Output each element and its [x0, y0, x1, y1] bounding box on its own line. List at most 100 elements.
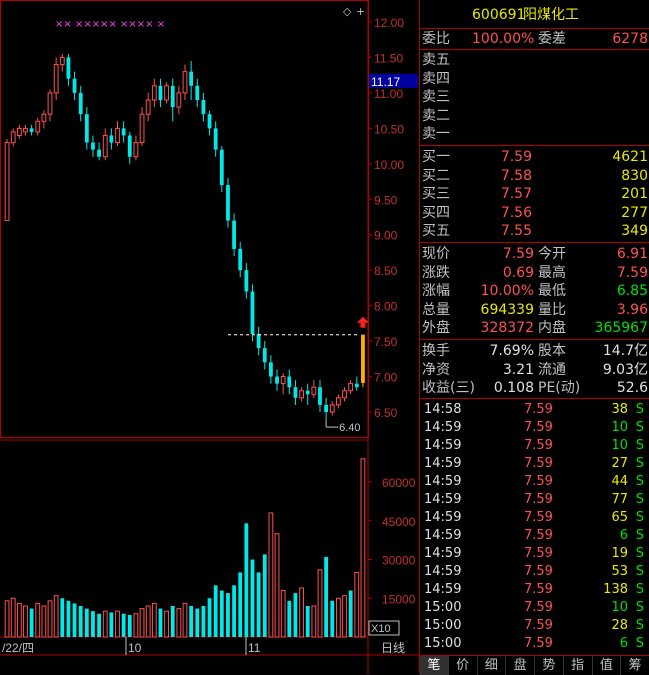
tick-side: S — [635, 474, 644, 489]
volume-bar-up — [268, 512, 274, 638]
stat-value: 9.03亿 — [602, 361, 648, 378]
tab-0[interactable]: 笔 — [420, 656, 449, 675]
stat-label: 收益(三) — [422, 380, 475, 397]
divider — [420, 28, 649, 29]
quote-row: 外盘 328372 内盘 365967 — [420, 319, 649, 337]
candle-body-up — [23, 127, 28, 133]
volume-bar — [29, 608, 34, 637]
candle-body — [84, 114, 89, 143]
tick-price: 7.59 — [524, 636, 553, 651]
tick-price: 7.59 — [524, 546, 553, 561]
price-axis-label: 10.50 — [374, 122, 404, 136]
stock-name: 阳煤化工 — [523, 7, 579, 23]
divider — [420, 398, 649, 399]
candle-body — [256, 334, 261, 349]
volume-unit: X10 — [371, 623, 391, 635]
tick-price: 7.59 — [524, 618, 553, 633]
tick-time: 15:00 — [424, 636, 462, 651]
tab-2[interactable]: 细 — [478, 656, 507, 675]
volume-bar — [84, 608, 89, 637]
tab-7[interactable]: 筹 — [621, 656, 649, 675]
volume-bar — [262, 554, 267, 637]
stat-value: 0.108 — [493, 380, 534, 397]
candle-body-up — [35, 120, 41, 133]
candle-body-up — [280, 376, 286, 385]
limit-up-arrow-stem — [360, 322, 366, 328]
tick-row: 15:00 7.59 6 S — [420, 635, 649, 653]
tick-time: 14:59 — [424, 492, 462, 507]
tick-price: 7.59 — [524, 438, 553, 453]
volume-bar-up — [35, 602, 41, 638]
candle-body-up — [182, 71, 188, 94]
candle-body-up — [53, 64, 59, 94]
tick-side: S — [635, 582, 644, 597]
tab-4[interactable]: 势 — [535, 656, 564, 675]
low-price-label: 6.40 — [339, 422, 360, 434]
tick-volume: 28 — [611, 618, 628, 633]
candle-body-up — [41, 113, 47, 122]
tick-time: 15:00 — [424, 600, 462, 615]
volume-bar — [330, 600, 335, 637]
tick-side: S — [635, 420, 644, 435]
bid-price: 7.59 — [500, 149, 532, 165]
ask-label: 卖四 — [422, 70, 450, 87]
tick-time: 14:59 — [424, 456, 462, 471]
volume-bar — [60, 598, 65, 637]
volume-bar — [170, 606, 175, 637]
candle-body-up — [151, 85, 157, 101]
candle-body-up — [133, 142, 139, 158]
candle-body-up — [16, 127, 22, 136]
quote-value: 694339 — [480, 301, 534, 318]
candle-body — [201, 100, 206, 115]
bid-volume: 4621 — [612, 149, 648, 165]
period-label: 日线 — [381, 641, 405, 655]
tick-price: 7.59 — [524, 402, 553, 417]
ask-label: 卖三 — [422, 89, 450, 106]
tab-1[interactable]: 价 — [449, 656, 478, 675]
tick-side: S — [635, 600, 644, 615]
volume-axis-label: 60000 — [382, 476, 416, 490]
volume-bar — [213, 585, 218, 637]
volume-bar — [324, 556, 329, 637]
volume-bar — [189, 606, 194, 637]
candle-body-up — [342, 390, 347, 399]
tick-time: 15:00 — [424, 618, 462, 633]
price-axis-label: 9.50 — [374, 193, 398, 207]
quote-label: 最低 — [538, 283, 566, 300]
volume-bar-up — [311, 605, 317, 638]
panel-tabs: 笔价细盘势指值筹 — [420, 655, 649, 675]
volume-bar — [287, 600, 292, 637]
kline-chart[interactable]: 12.00 11.50 11.00 10.50 10.00 9.50 9.00 8.50 8.0… — [0, 0, 420, 674]
quote-label: 今开 — [538, 246, 566, 262]
candle-body — [158, 85, 163, 100]
volume-bar-up — [360, 458, 366, 638]
tab-3[interactable]: 盘 — [506, 656, 535, 675]
candle-body-up — [10, 131, 16, 144]
volume-bar-up — [23, 605, 28, 638]
tick-volume: 27 — [611, 456, 628, 471]
candle-body-up — [115, 127, 120, 144]
tick-price: 7.59 — [524, 474, 553, 489]
tab-5[interactable]: 指 — [564, 656, 593, 675]
volume-bar-up — [317, 569, 323, 638]
volume-bar — [238, 572, 243, 637]
ask-label: 卖二 — [422, 107, 450, 124]
quote-panel: 600691 阳煤化工 委比 100.00% 委差 6278 卖五 卖四 卖三 卖二卖… — [419, 0, 649, 675]
candle-body — [91, 142, 95, 150]
tick-price: 7.59 — [524, 456, 553, 471]
tab-6[interactable]: 值 — [593, 656, 622, 675]
quote-label: 涨跌 — [422, 264, 450, 281]
volume-bar-up — [115, 610, 120, 638]
bid-row: 买五 7.55 349 — [420, 222, 649, 240]
volume-axis-label: 45000 — [382, 515, 416, 529]
volume-bar-up — [176, 608, 182, 638]
tick-price: 7.59 — [524, 600, 553, 615]
tick-side: S — [635, 564, 644, 579]
volume-bar — [207, 598, 212, 637]
volume-bar-up — [299, 587, 304, 638]
quote-row: 现价 7.59 今开 6.91 — [420, 245, 649, 263]
candle-body-up — [59, 56, 65, 66]
candle-body — [268, 362, 273, 377]
candle-body — [72, 78, 77, 93]
tick-side: S — [635, 438, 644, 453]
